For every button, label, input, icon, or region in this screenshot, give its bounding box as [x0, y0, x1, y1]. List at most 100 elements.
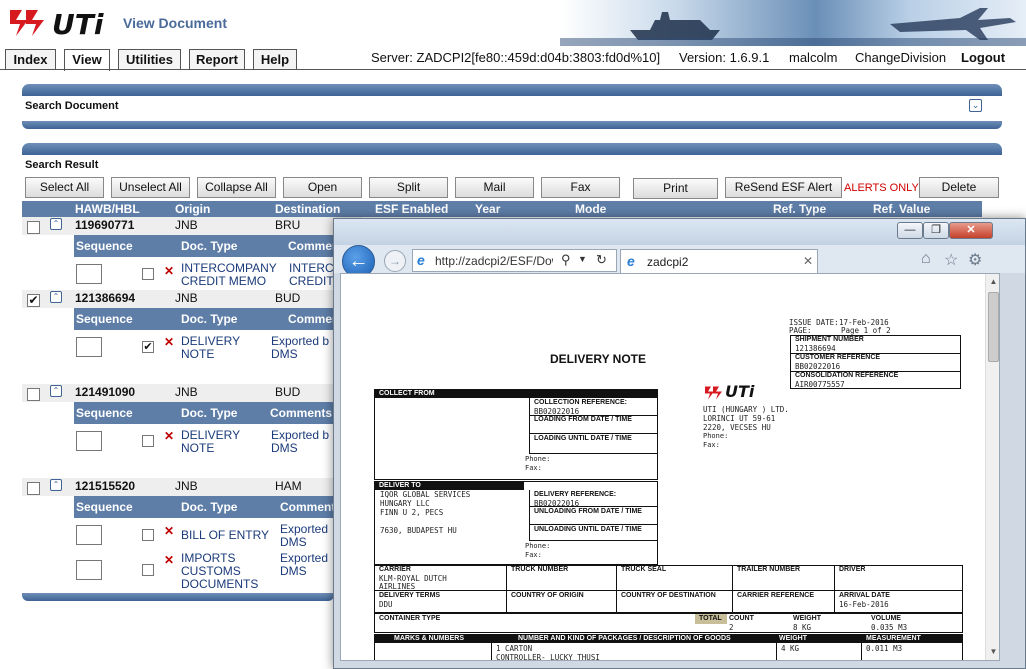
divider	[529, 398, 530, 453]
hawb-number[interactable]: 121491090	[75, 385, 135, 399]
search-icon[interactable]: ⚲	[561, 252, 571, 268]
sequence-input[interactable]	[76, 525, 102, 545]
col-origin[interactable]: Origin	[175, 202, 210, 216]
tab-utilities[interactable]: Utilities	[118, 49, 181, 69]
change-division-link[interactable]: ChangeDivision	[855, 50, 946, 65]
doc-type-link-line2[interactable]: NOTE	[181, 348, 214, 361]
col-mode[interactable]: Mode	[575, 202, 606, 216]
scroll-up-icon[interactable]: ▲	[986, 274, 999, 289]
unselect-all-button[interactable]: Unselect All	[111, 177, 190, 198]
fax-button[interactable]: Fax	[541, 177, 620, 198]
delete-doc-icon[interactable]: ✕	[164, 335, 174, 349]
doc-type-link[interactable]: BILL OF ENTRY	[181, 529, 269, 542]
address-url[interactable]: http://zadcpi2/ESF/Dow	[435, 254, 553, 268]
doc-type-link-line2[interactable]: NOTE	[181, 442, 214, 455]
divider	[529, 524, 658, 525]
pdf-document-view[interactable]: ISSUE DATE: 17-Feb-2016 PAGE: Page 1 of …	[340, 273, 1000, 661]
sequence-input[interactable]	[76, 337, 102, 357]
maximize-icon[interactable]: ❐	[923, 222, 949, 239]
col-destination[interactable]: Destination	[275, 202, 340, 216]
col-ref-type[interactable]: Ref. Type	[773, 202, 826, 216]
alerts-only-label[interactable]: ALERTS ONLY	[844, 182, 919, 194]
carrier-reference-label: CARRIER REFERENCE	[737, 592, 815, 599]
favorites-star-icon[interactable]: ☆	[944, 250, 958, 270]
collapse-row-icon[interactable]: ⌃	[50, 291, 62, 303]
open-button[interactable]: Open	[283, 177, 362, 198]
split-button[interactable]: Split	[369, 177, 448, 198]
delete-button[interactable]: Delete	[919, 177, 999, 198]
delete-doc-icon[interactable]: ✕	[164, 524, 174, 538]
expand-search-icon[interactable]: ⌄	[969, 99, 982, 112]
col-hawb[interactable]: HAWB/HBL	[75, 202, 140, 216]
collapse-row-icon[interactable]: ⌃	[50, 218, 62, 230]
page-label: PAGE:	[789, 326, 812, 335]
delete-doc-icon[interactable]: ✕	[164, 429, 174, 443]
shipment-number: 121386694	[795, 344, 836, 353]
search-result-bar-bottom	[22, 593, 334, 601]
doc-type-link-line2[interactable]: CREDIT MEMO	[181, 275, 266, 288]
count-label: COUNT	[729, 615, 754, 622]
sequence-input[interactable]	[76, 560, 102, 580]
print-button[interactable]: Print	[633, 178, 718, 199]
sub-col-sequence: Sequence	[76, 312, 133, 326]
chevron-down-icon[interactable]: ▼	[578, 254, 587, 264]
col-esf-enabled[interactable]: ESF Enabled	[375, 202, 448, 216]
delete-doc-icon[interactable]: ✕	[164, 264, 174, 278]
logout-link[interactable]: Logout	[961, 50, 1005, 65]
sequence-input[interactable]	[76, 264, 102, 284]
divider	[861, 643, 862, 660]
close-tab-icon[interactable]: ✕	[803, 254, 813, 268]
col-ref-value[interactable]: Ref. Value	[873, 202, 930, 216]
doc-comment-line2: DMS	[271, 441, 298, 455]
country-destination-label: COUNTRY OF DESTINATION	[621, 592, 716, 599]
col-year[interactable]: Year	[475, 202, 500, 216]
tab-index[interactable]: Index	[5, 49, 56, 69]
settings-gear-icon[interactable]: ⚙	[968, 250, 982, 270]
doc-checkbox[interactable]	[142, 435, 154, 447]
delete-doc-icon[interactable]: ✕	[164, 553, 174, 567]
scroll-thumb[interactable]	[988, 292, 999, 362]
phone-label: Phone:	[525, 455, 551, 463]
tab-title[interactable]: zadcpi2	[647, 255, 688, 269]
minimize-icon[interactable]: —	[897, 222, 923, 239]
home-icon[interactable]: ⌂	[921, 250, 931, 268]
resend-esf-alert-button[interactable]: ReSend ESF Alert	[725, 177, 842, 198]
row-checkbox[interactable]	[27, 221, 40, 234]
tab-view[interactable]: View	[64, 49, 110, 71]
company-address-1: LORINCI UT 59-61	[703, 414, 776, 423]
scroll-down-icon[interactable]: ▼	[986, 644, 999, 659]
doc-checkbox[interactable]	[142, 529, 154, 541]
doc-checkbox[interactable]	[142, 564, 154, 576]
search-result-title: Search Result	[25, 159, 99, 171]
row-checkbox-checked[interactable]: ✔	[27, 294, 40, 307]
origin-value: JNB	[175, 291, 198, 305]
tab-report[interactable]: Report	[189, 49, 245, 69]
vertical-scrollbar[interactable]: ▲ ▼	[985, 274, 999, 660]
row-checkbox[interactable]	[27, 388, 40, 401]
address-bar[interactable]: e http://zadcpi2/ESF/Dow ⚲ ▼ ↻	[412, 249, 617, 272]
doc-checkbox[interactable]	[142, 268, 154, 280]
doc-comment-line2: DMS	[280, 564, 307, 578]
doc-checkbox-checked[interactable]: ✔	[142, 341, 154, 353]
close-window-icon[interactable]: ✕	[949, 222, 993, 239]
window-titlebar[interactable]: — ❐ ✕	[334, 219, 1025, 245]
hawb-number[interactable]: 119690771	[75, 218, 134, 232]
collapse-row-icon[interactable]: ⌃	[50, 479, 62, 491]
hawb-number[interactable]: 121386694	[75, 291, 135, 305]
hawb-number[interactable]: 121515520	[75, 479, 135, 493]
collapse-all-button[interactable]: Collapse All	[197, 177, 276, 198]
deliver-to-line: IQOR GLOBAL SERVICES	[380, 490, 471, 499]
page-value: Page 1 of 2	[841, 326, 891, 335]
doc-comment-line2: CREDIT	[289, 274, 334, 288]
mail-button[interactable]: Mail	[455, 177, 534, 198]
row-checkbox[interactable]	[27, 482, 40, 495]
doc-type-link-line3[interactable]: DOCUMENTS	[181, 578, 258, 591]
select-all-button[interactable]: Select All	[25, 177, 104, 198]
sequence-input[interactable]	[76, 431, 102, 451]
browser-tab[interactable]: e zadcpi2 ✕	[620, 249, 818, 273]
refresh-icon[interactable]: ↻	[596, 252, 607, 268]
forward-arrow-icon[interactable]: →	[384, 250, 406, 272]
collapse-row-icon[interactable]: ⌃	[50, 385, 62, 397]
tab-help[interactable]: Help	[253, 49, 297, 69]
count-value: 2	[729, 623, 734, 632]
